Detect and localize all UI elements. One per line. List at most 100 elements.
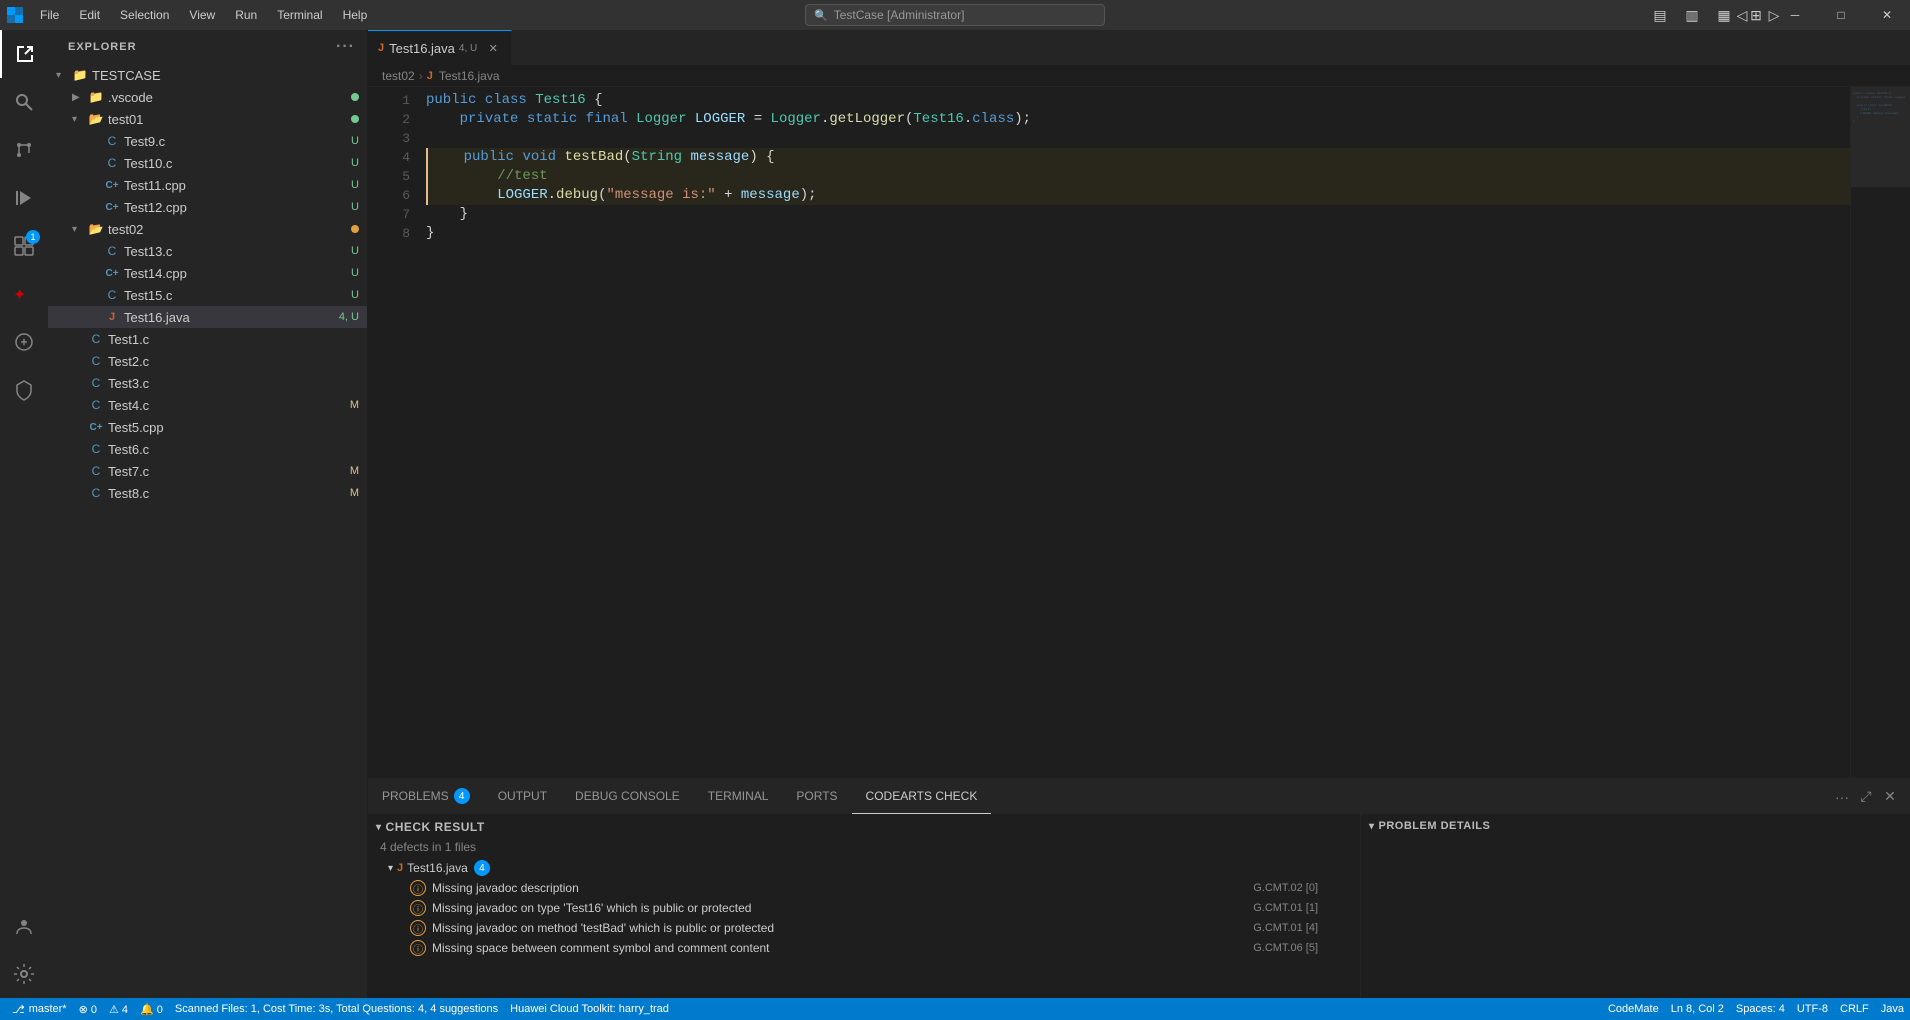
activity-security[interactable] bbox=[0, 366, 48, 414]
test7c-label: Test7.c bbox=[108, 464, 350, 479]
code-editor[interactable]: 1 2 3 4 5 6 7 8 public class Test16 { pr… bbox=[368, 87, 1910, 778]
output-label: OUTPUT bbox=[498, 789, 547, 803]
warnings-label: ⚠ 4 bbox=[109, 1003, 128, 1016]
tree-item-test16java[interactable]: ▶ J Test16.java 4, U bbox=[48, 306, 367, 328]
check-issue-1[interactable]: ⓘ Missing javadoc description G.CMT.02 [… bbox=[368, 878, 1360, 898]
code-line-6: LOGGER.debug("message is:" + message); bbox=[426, 186, 1850, 205]
search-bar[interactable]: 🔍 TestCase [Administrator] bbox=[805, 4, 1105, 26]
statusbar-line-ending[interactable]: CRLF bbox=[1834, 998, 1875, 1020]
menu-edit[interactable]: Edit bbox=[69, 0, 110, 30]
test2c-label: Test2.c bbox=[108, 354, 367, 369]
encoding-label: UTF-8 bbox=[1797, 1003, 1828, 1015]
check-result-area: ▾ CHECK RESULT 4 defects in 1 files ▾ J … bbox=[368, 814, 1910, 998]
tree-item-test3c[interactable]: ▶ C Test3.c bbox=[48, 372, 367, 394]
sidebar-more-btn[interactable]: ··· bbox=[336, 38, 355, 56]
statusbar-warnings[interactable]: ⚠ 4 bbox=[103, 998, 134, 1020]
menu-selection[interactable]: Selection bbox=[110, 0, 179, 30]
tree-item-test7c[interactable]: ▶ C Test7.c M bbox=[48, 460, 367, 482]
check-issue-3[interactable]: ⓘ Missing javadoc on method 'testBad' wh… bbox=[368, 918, 1360, 938]
issue-2-text: Missing javadoc on type 'Test16' which i… bbox=[432, 901, 1245, 915]
activity-bar-bottom bbox=[0, 902, 48, 998]
tree-item-test9c[interactable]: ▶ C Test9.c U bbox=[48, 130, 367, 152]
tab-close-btn[interactable]: ✕ bbox=[485, 40, 501, 56]
panel-tab-problems[interactable]: PROBLEMS 4 bbox=[368, 779, 484, 814]
statusbar-position[interactable]: Ln 8, Col 2 bbox=[1665, 998, 1730, 1020]
file-tree: ▾ 📁 TESTCASE ▶ 📁 .vscode ▾ 📂 test01 ▶ C bbox=[48, 64, 367, 998]
menu-view[interactable]: View bbox=[179, 0, 225, 30]
tab-test16java[interactable]: J Test16.java 4, U ✕ bbox=[368, 30, 512, 65]
statusbar-branch[interactable]: ⎇ master* bbox=[6, 998, 73, 1020]
statusbar-encoding[interactable]: UTF-8 bbox=[1791, 998, 1834, 1020]
code-line-3 bbox=[426, 129, 1850, 148]
tree-item-test6c[interactable]: ▶ C Test6.c bbox=[48, 438, 367, 460]
test16java-label: Test16.java bbox=[124, 310, 339, 325]
tree-item-test2c[interactable]: ▶ C Test2.c bbox=[48, 350, 367, 372]
test6c-file-icon: C bbox=[88, 441, 104, 457]
tree-root-testcase[interactable]: ▾ 📁 TESTCASE bbox=[48, 64, 367, 86]
activity-huawei[interactable]: ✦ bbox=[0, 270, 48, 318]
test5cpp-file-icon: C+ bbox=[88, 419, 104, 435]
panel-maximize-btn[interactable]: ⤢ bbox=[1854, 785, 1878, 809]
check-file-test16java[interactable]: ▾ J Test16.java 4 bbox=[368, 858, 1360, 878]
test14cpp-badge: U bbox=[351, 267, 359, 279]
tree-item-vscode[interactable]: ▶ 📁 .vscode bbox=[48, 86, 367, 108]
tree-item-test1c[interactable]: ▶ C Test1.c bbox=[48, 328, 367, 350]
check-issue-4[interactable]: ⓘ Missing space between comment symbol a… bbox=[368, 938, 1360, 958]
tree-item-test10c[interactable]: ▶ C Test10.c U bbox=[48, 152, 367, 174]
activity-codearts[interactable] bbox=[0, 318, 48, 366]
issue-1-code: G.CMT.02 [0] bbox=[1253, 882, 1318, 894]
statusbar-spaces[interactable]: Spaces: 4 bbox=[1730, 998, 1791, 1020]
close-btn[interactable]: ✕ bbox=[1864, 0, 1910, 30]
menu-file[interactable]: File bbox=[30, 0, 69, 30]
nav-back-btn[interactable]: ◁ bbox=[1726, 0, 1758, 30]
check-issue-2[interactable]: ⓘ Missing javadoc on type 'Test16' which… bbox=[368, 898, 1360, 918]
tree-item-test5cpp[interactable]: ▶ C+ Test5.cpp bbox=[48, 416, 367, 438]
tree-item-test8c[interactable]: ▶ C Test8.c M bbox=[48, 482, 367, 504]
panel-tab-ports[interactable]: PORTS bbox=[782, 779, 851, 814]
tree-item-test02[interactable]: ▾ 📂 test02 bbox=[48, 218, 367, 240]
tree-item-test01[interactable]: ▾ 📂 test01 bbox=[48, 108, 367, 130]
tree-item-test11cpp[interactable]: ▶ C+ Test11.cpp U bbox=[48, 174, 367, 196]
statusbar-codemate[interactable]: CodeMate bbox=[1602, 998, 1665, 1020]
menu-run[interactable]: Run bbox=[225, 0, 267, 30]
test3c-label: Test3.c bbox=[108, 376, 367, 391]
activity-source-control[interactable] bbox=[0, 126, 48, 174]
statusbar-info[interactable]: 🔔 0 bbox=[134, 998, 169, 1020]
app-logo bbox=[0, 0, 30, 30]
tree-item-test15c[interactable]: ▶ C Test15.c U bbox=[48, 284, 367, 306]
test8c-label: Test8.c bbox=[108, 486, 350, 501]
tree-item-test14cpp[interactable]: ▶ C+ Test14.cpp U bbox=[48, 262, 367, 284]
statusbar-toolkit[interactable]: Huawei Cloud Toolkit: harry_trad bbox=[504, 998, 675, 1020]
toggle-sidebar-icon[interactable]: ▤ bbox=[1644, 0, 1676, 30]
panel-close-btn[interactable]: ✕ bbox=[1878, 785, 1902, 809]
tree-item-test13c[interactable]: ▶ C Test13.c U bbox=[48, 240, 367, 262]
activity-run-debug[interactable] bbox=[0, 174, 48, 222]
activity-search[interactable] bbox=[0, 78, 48, 126]
panel-tab-output[interactable]: OUTPUT bbox=[484, 779, 561, 814]
activity-accounts[interactable] bbox=[0, 902, 48, 950]
panel-tab-terminal[interactable]: TERMINAL bbox=[694, 779, 783, 814]
tree-item-test4c[interactable]: ▶ C Test4.c M bbox=[48, 394, 367, 416]
menu-help[interactable]: Help bbox=[333, 0, 378, 30]
activity-extensions[interactable]: 1 bbox=[0, 222, 48, 270]
test8c-file-icon: C bbox=[88, 485, 104, 501]
activity-settings[interactable] bbox=[0, 950, 48, 998]
tree-item-test12cpp[interactable]: ▶ C+ Test12.cpp U bbox=[48, 196, 367, 218]
panel-more-btn[interactable]: ··· bbox=[1830, 785, 1854, 809]
statusbar-language[interactable]: Java bbox=[1875, 998, 1910, 1020]
toggle-panel-icon[interactable]: ▥ bbox=[1676, 0, 1708, 30]
menu-terminal[interactable]: Terminal bbox=[267, 0, 332, 30]
statusbar-right: CodeMate Ln 8, Col 2 Spaces: 4 UTF-8 CRL… bbox=[1602, 998, 1910, 1020]
ln2: 2 bbox=[368, 110, 410, 129]
statusbar-errors[interactable]: ⊗ 0 bbox=[73, 998, 103, 1020]
activity-explorer[interactable] bbox=[0, 30, 48, 78]
check-right-panel: ▾ PROBLEM DETAILS bbox=[1360, 814, 1910, 998]
ln5: 5 bbox=[368, 167, 410, 186]
test7c-badge: M bbox=[350, 465, 359, 477]
issue-1-icon: ⓘ bbox=[410, 880, 426, 896]
code-content: public class Test16 { private static fin… bbox=[418, 87, 1850, 778]
nav-forward-btn[interactable]: ▷ bbox=[1758, 0, 1790, 30]
panel-tab-debug-console[interactable]: DEBUG CONSOLE bbox=[561, 779, 694, 814]
panel-tab-codearts-check[interactable]: CODEARTS CHECK bbox=[852, 779, 992, 814]
maximize-btn[interactable]: □ bbox=[1818, 0, 1864, 30]
